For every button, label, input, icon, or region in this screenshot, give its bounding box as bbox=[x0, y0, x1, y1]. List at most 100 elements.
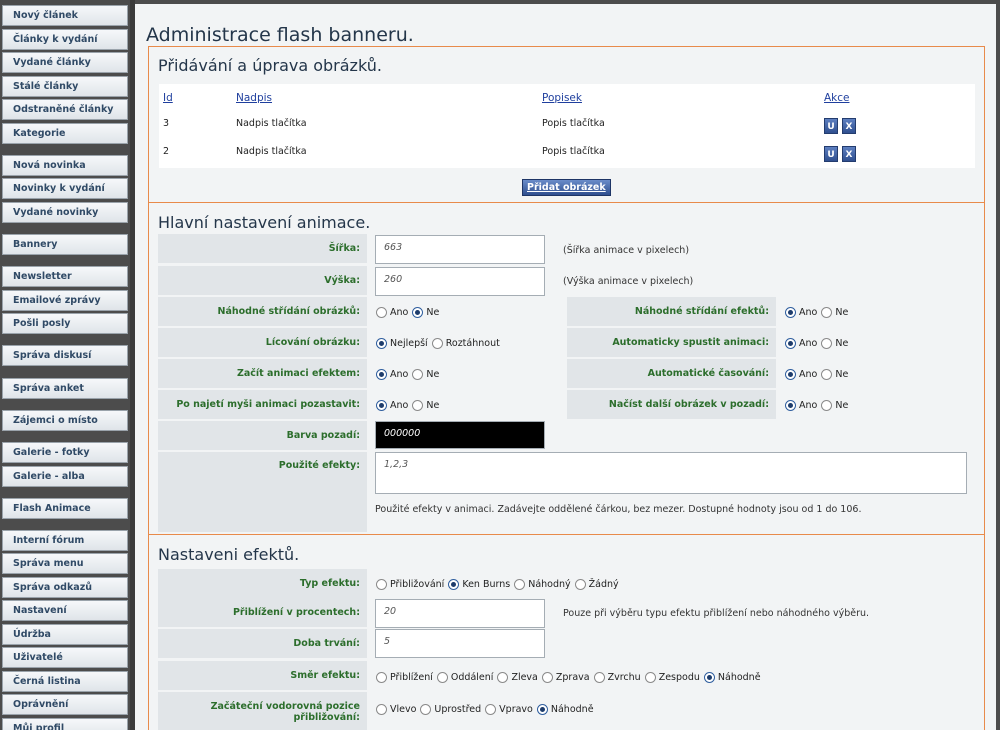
edit-button[interactable]: U bbox=[824, 118, 838, 134]
edit-button[interactable]: U bbox=[824, 146, 838, 162]
radio-icon[interactable] bbox=[821, 338, 833, 349]
sidebar-item-discussions[interactable]: Správa diskusí bbox=[2, 345, 128, 366]
h-position-left[interactable]: Vlevo bbox=[375, 704, 416, 715]
start-effect-yes[interactable]: Ano bbox=[375, 369, 408, 380]
radio-icon[interactable] bbox=[412, 400, 424, 411]
direction-top[interactable]: Zvrchu bbox=[593, 672, 641, 683]
radio-selected-icon[interactable] bbox=[785, 307, 796, 318]
radio-icon[interactable] bbox=[436, 672, 448, 683]
direction-bottom[interactable]: Zespodu bbox=[644, 672, 700, 683]
start-effect-no[interactable]: Ne bbox=[411, 369, 439, 380]
sidebar-item-categories[interactable]: Kategorie bbox=[2, 123, 128, 144]
radio-selected-icon[interactable] bbox=[376, 400, 387, 411]
direction-random[interactable]: Náhodně bbox=[703, 672, 761, 683]
radio-icon[interactable] bbox=[485, 704, 497, 715]
pause-hover-yes[interactable]: Ano bbox=[375, 400, 408, 411]
sidebar-item-new-article[interactable]: Nový článek bbox=[2, 5, 128, 26]
radio-icon[interactable] bbox=[376, 579, 387, 590]
column-header-title[interactable]: Nadpis bbox=[236, 92, 272, 104]
sidebar-item-deleted-articles[interactable]: Odstraněné články bbox=[2, 99, 128, 120]
pause-hover-no[interactable]: Ne bbox=[411, 400, 439, 411]
effect-type-ken-burns[interactable]: Ken Burns bbox=[447, 579, 510, 590]
column-header-description[interactable]: Popisek bbox=[542, 92, 582, 104]
sidebar-item-menu[interactable]: Správa menu bbox=[2, 553, 128, 574]
preload-yes[interactable]: Ano bbox=[784, 400, 817, 411]
fitting-stretch[interactable]: Roztáhnout bbox=[431, 338, 500, 349]
direction-left[interactable]: Zleva bbox=[496, 672, 538, 683]
autostart-no[interactable]: Ne bbox=[820, 338, 848, 349]
preload-no[interactable]: Ne bbox=[820, 400, 848, 411]
sidebar-item-my-profile[interactable]: Můj profil bbox=[2, 718, 128, 730]
direction-zoom-in[interactable]: Přiblížení bbox=[375, 672, 433, 683]
radio-icon[interactable] bbox=[821, 369, 833, 380]
radio-icon[interactable] bbox=[514, 579, 526, 590]
sidebar-item-flash-animation[interactable]: Flash Animace bbox=[2, 498, 128, 519]
sidebar-item-settings[interactable]: Nastavení bbox=[2, 600, 128, 621]
sidebar-item-polls[interactable]: Správa anket bbox=[2, 378, 128, 399]
zoom-percent-input[interactable]: 20 bbox=[375, 599, 545, 628]
height-input[interactable]: 260 bbox=[375, 267, 545, 296]
sidebar-item-job-applicants[interactable]: Zájemci o místo bbox=[2, 410, 128, 431]
radio-icon[interactable] bbox=[574, 579, 586, 590]
direction-right[interactable]: Zprava bbox=[541, 672, 590, 683]
radio-selected-icon[interactable] bbox=[785, 369, 796, 380]
radio-selected-icon[interactable] bbox=[412, 307, 424, 318]
radio-icon[interactable] bbox=[821, 307, 833, 318]
random-images-yes[interactable]: Ano bbox=[375, 307, 408, 318]
radio-selected-icon[interactable] bbox=[376, 369, 387, 380]
radio-icon[interactable] bbox=[431, 338, 443, 349]
width-input[interactable]: 663 bbox=[375, 235, 545, 264]
sidebar-item-links[interactable]: Správa odkazů bbox=[2, 577, 128, 598]
effect-type-random[interactable]: Náhodný bbox=[513, 579, 571, 590]
auto-timing-no[interactable]: Ne bbox=[820, 369, 848, 380]
effects-used-textarea[interactable]: 1,2,3 bbox=[375, 452, 967, 494]
sidebar-item-published-articles[interactable]: Vydané články bbox=[2, 52, 128, 73]
radio-icon[interactable] bbox=[412, 369, 424, 380]
radio-icon[interactable] bbox=[541, 672, 553, 683]
random-images-no[interactable]: Ne bbox=[411, 307, 439, 318]
radio-icon[interactable] bbox=[644, 672, 656, 683]
sidebar-item-users[interactable]: Uživatelé bbox=[2, 647, 128, 668]
radio-icon[interactable] bbox=[593, 672, 605, 683]
fitting-best[interactable]: Nejlepší bbox=[375, 338, 428, 349]
radio-selected-icon[interactable] bbox=[703, 672, 715, 683]
h-position-random[interactable]: Náhodně bbox=[536, 704, 594, 715]
effect-type-none[interactable]: Žádný bbox=[574, 579, 619, 590]
main-scrollbar[interactable] bbox=[996, 0, 1000, 730]
radio-selected-icon[interactable] bbox=[376, 338, 387, 349]
sidebar-item-blacklist[interactable]: Černá listina bbox=[2, 671, 128, 692]
delete-button[interactable]: X bbox=[842, 118, 856, 134]
sidebar-item-news-to-publish[interactable]: Novinky k vydání bbox=[2, 178, 128, 199]
direction-zoom-out[interactable]: Oddálení bbox=[436, 672, 493, 683]
sidebar-item-gallery-albums[interactable]: Galerie - alba bbox=[2, 466, 128, 487]
sidebar-item-newsletter[interactable]: Newsletter bbox=[2, 266, 128, 287]
effect-type-zoom[interactable]: Přibližování bbox=[375, 579, 444, 590]
radio-icon[interactable] bbox=[376, 672, 387, 683]
radio-icon[interactable] bbox=[420, 704, 432, 715]
duration-input[interactable]: 5 bbox=[375, 629, 545, 658]
add-image-button[interactable]: Přidat obrázek bbox=[522, 179, 611, 196]
radio-selected-icon[interactable] bbox=[785, 338, 796, 349]
sidebar-item-internal-forum[interactable]: Interní fórum bbox=[2, 530, 128, 551]
sidebar-item-permanent-articles[interactable]: Stálé články bbox=[2, 76, 128, 97]
autostart-yes[interactable]: Ano bbox=[784, 338, 817, 349]
auto-timing-yes[interactable]: Ano bbox=[784, 369, 817, 380]
column-header-actions[interactable]: Akce bbox=[824, 92, 850, 104]
radio-selected-icon[interactable] bbox=[536, 704, 548, 715]
radio-icon[interactable] bbox=[497, 672, 509, 683]
sidebar-item-maintenance[interactable]: Údržba bbox=[2, 624, 128, 645]
column-header-id[interactable]: Id bbox=[163, 92, 173, 104]
sidebar-item-articles-to-publish[interactable]: Články k vydání bbox=[2, 29, 128, 50]
random-effects-no[interactable]: Ne bbox=[820, 307, 848, 318]
radio-selected-icon[interactable] bbox=[785, 400, 796, 411]
h-position-right[interactable]: Vpravo bbox=[484, 704, 533, 715]
sidebar-item-published-news[interactable]: Vydané novinky bbox=[2, 202, 128, 223]
sidebar-item-send-messengers[interactable]: Pošli posly bbox=[2, 313, 128, 334]
sidebar-item-gallery-photos[interactable]: Galerie - fotky bbox=[2, 442, 128, 463]
radio-icon[interactable] bbox=[821, 400, 833, 411]
sidebar-item-banners[interactable]: Bannery bbox=[2, 234, 128, 255]
sidebar-item-permissions[interactable]: Oprávnění bbox=[2, 694, 128, 715]
radio-selected-icon[interactable] bbox=[448, 579, 460, 590]
delete-button[interactable]: X bbox=[842, 146, 856, 162]
h-position-center[interactable]: Uprostřed bbox=[419, 704, 481, 715]
